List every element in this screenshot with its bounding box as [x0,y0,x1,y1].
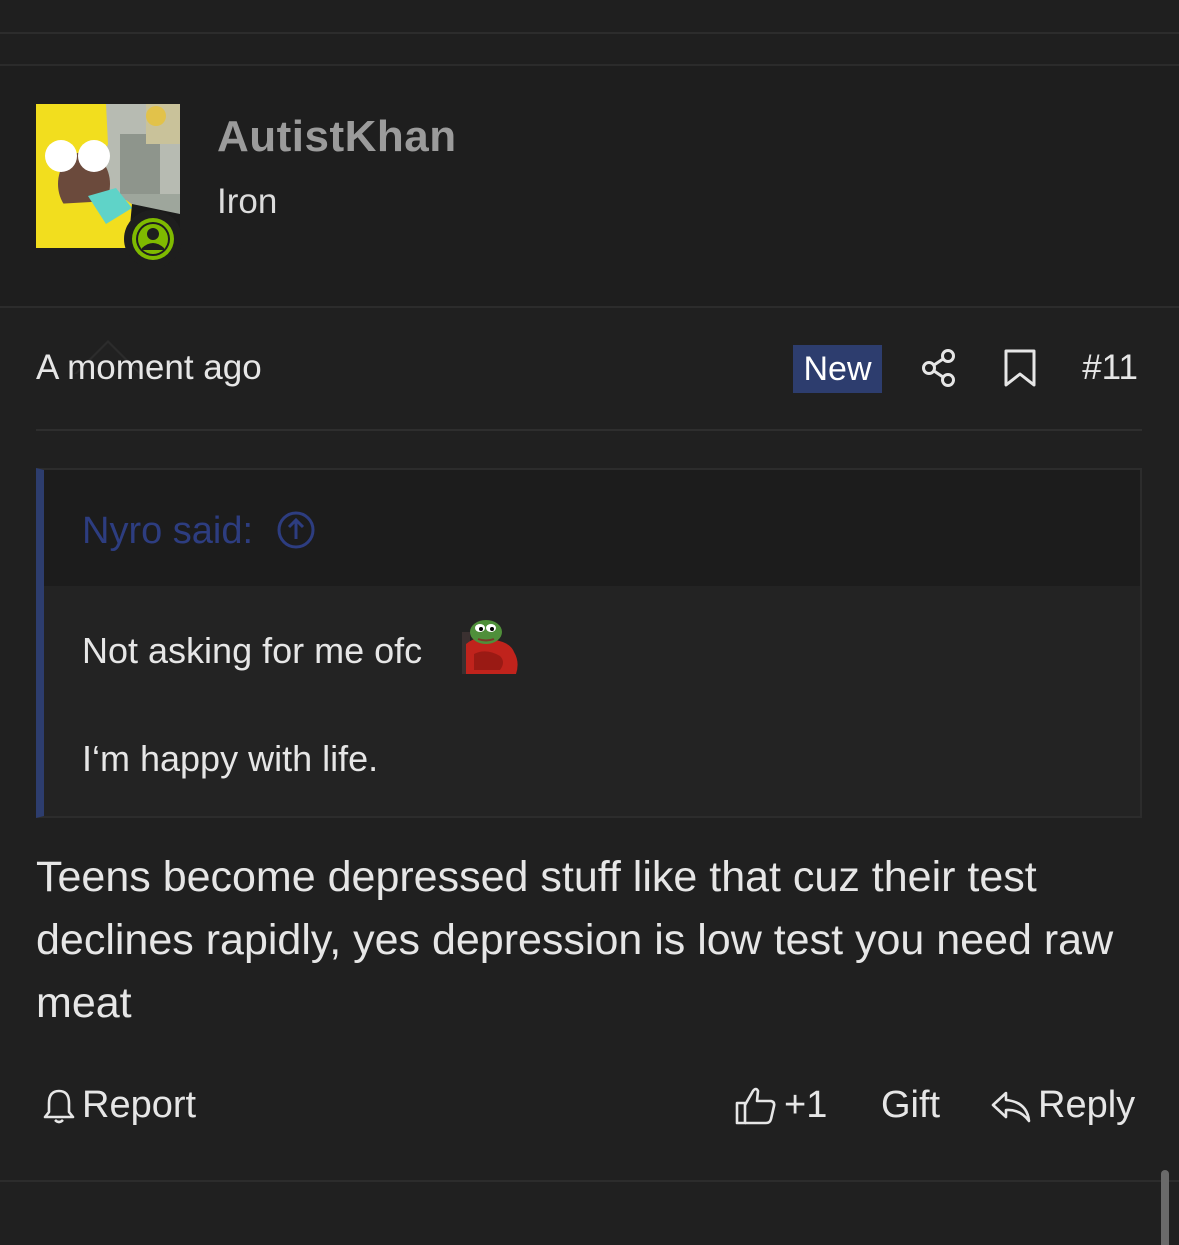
bell-icon [43,1089,75,1123]
thread-page: AutistKhan Iron A moment ago New #11 Nyr… [0,0,1179,1245]
divider [0,1180,1179,1182]
online-status [124,210,182,268]
previous-post-edge [0,0,1179,66]
reply-icon [991,1091,1031,1122]
reply-button[interactable]: Reply [990,1084,1135,1127]
like-button[interactable]: +1 [734,1084,827,1127]
divider [0,32,1179,34]
post-number-link[interactable]: #11 [1082,348,1138,388]
divider [36,429,1142,431]
quote-block: Nyro said: Not asking for me ofc I‘m hap… [36,468,1142,818]
post-date-link[interactable]: A moment ago [36,348,262,388]
arrow-up-circle-icon[interactable] [276,510,316,555]
quote-author-link[interactable]: Nyro said: [82,510,253,553]
scrollbar[interactable] [1161,1170,1169,1245]
user-title: Iron [217,182,278,221]
gift-button[interactable]: Gift [881,1084,940,1127]
gift-label: Gift [881,1084,941,1126]
quote-text: Not asking for me ofc [82,630,423,671]
new-badge: New [793,345,882,393]
post-actions: Report +1 Gift Reply [36,1080,1142,1140]
report-button[interactable]: Report [42,1084,196,1127]
reply-label: Reply [1038,1084,1136,1126]
post-author-block: AutistKhan Iron [0,66,1179,375]
quote-text: I‘m happy with life. [82,738,379,779]
username-link[interactable]: AutistKhan [217,112,457,162]
post-meta: A moment ago New #11 [36,340,1142,400]
post-message: Teens become depressed stuff like that c… [36,853,1114,1027]
pepe-blanket-emoji [460,618,522,681]
thumbs-up-icon [735,1087,776,1124]
report-label: Report [82,1084,197,1126]
bookmark-icon[interactable] [1003,348,1037,393]
share-icon[interactable] [920,348,958,393]
quote-header: Nyro said: [44,470,1140,586]
like-count: +1 [784,1084,828,1126]
user-online-icon [132,218,174,260]
